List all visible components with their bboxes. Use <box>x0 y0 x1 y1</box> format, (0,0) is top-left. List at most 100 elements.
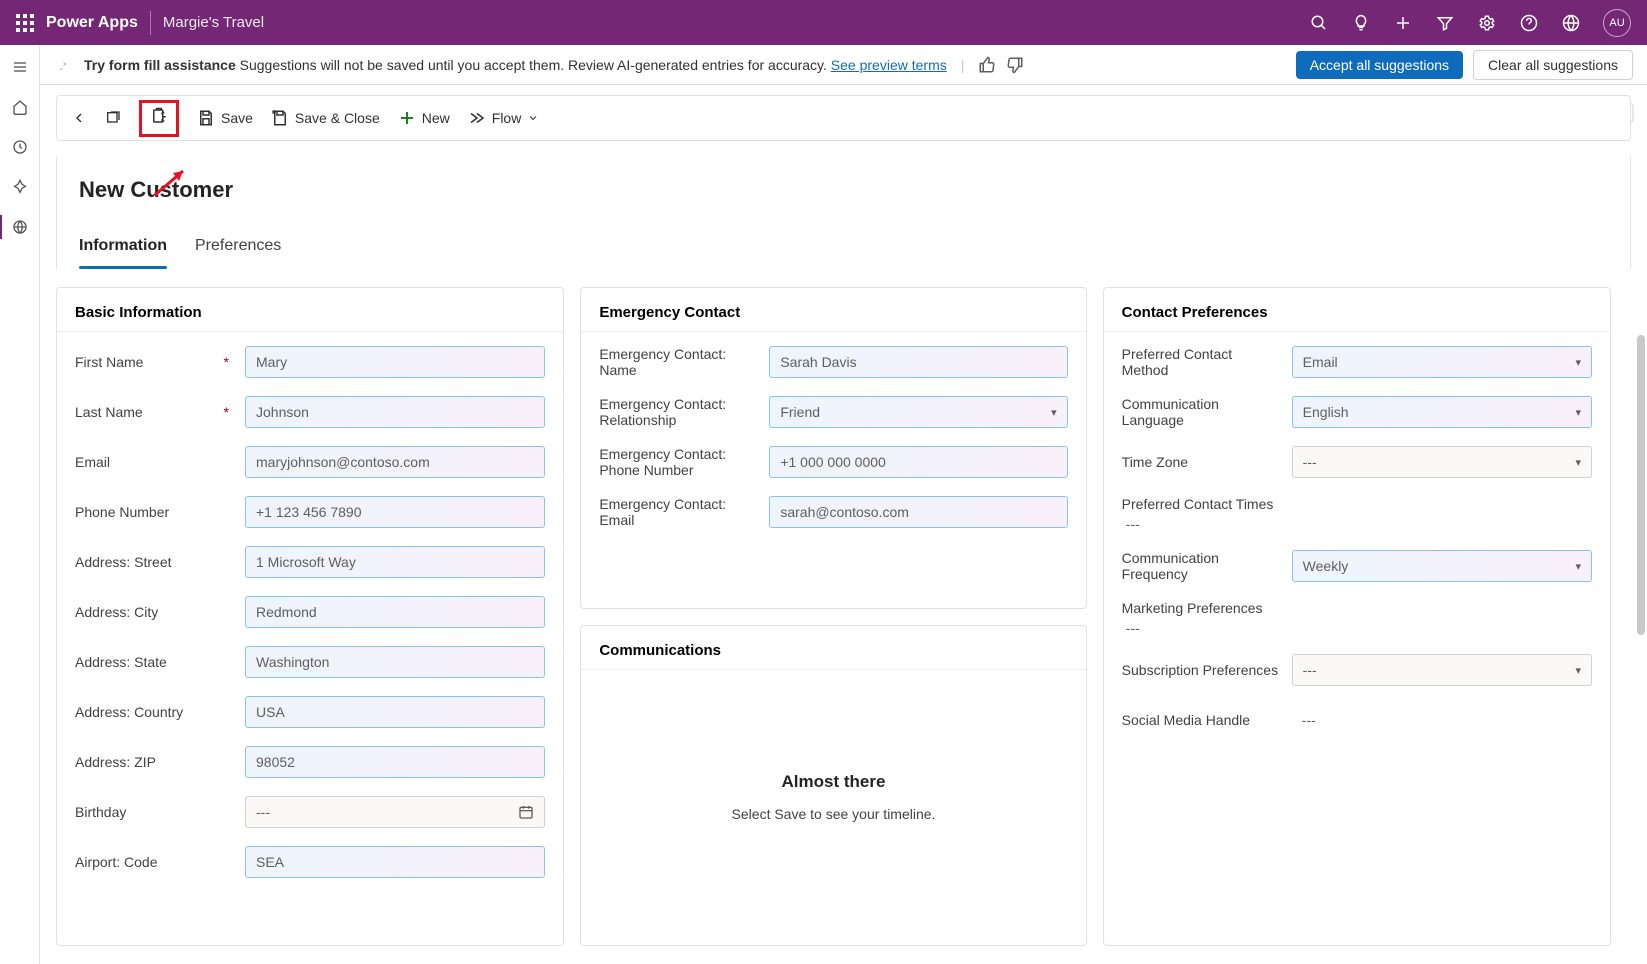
country-input[interactable] <box>245 696 545 728</box>
calendar-icon <box>518 804 534 820</box>
label-contact-times: Preferred Contact Times <box>1122 496 1274 512</box>
scrollbar-thumb[interactable] <box>1637 335 1645 635</box>
entity-icon[interactable] <box>10 217 30 237</box>
save-button[interactable]: Save <box>197 109 253 127</box>
birthday-input[interactable]: --- <box>245 796 545 828</box>
accept-all-suggestions-button[interactable]: Accept all suggestions <box>1296 51 1463 79</box>
label-comm-language: Communication Language <box>1122 396 1282 428</box>
city-input[interactable] <box>245 596 545 628</box>
left-nav-rail <box>0 45 40 964</box>
email-input[interactable] <box>245 446 545 478</box>
empty-state-title: Almost there <box>782 772 886 792</box>
label-ec-email: Emergency Contact: Email <box>599 496 759 528</box>
required-indicator: * <box>224 354 229 370</box>
divider <box>150 11 151 35</box>
section-title: Contact Preferences <box>1104 288 1610 332</box>
street-input[interactable] <box>245 546 545 578</box>
command-bar: Save Save & Close New Flow <box>56 95 1631 141</box>
phone-input[interactable] <box>245 496 545 528</box>
chevron-down-icon: ▾ <box>1575 560 1581 573</box>
ec-relationship-select[interactable]: Friend▾ <box>769 396 1067 428</box>
timezone-select[interactable]: ---▾ <box>1292 446 1592 478</box>
gear-icon[interactable] <box>1477 13 1497 33</box>
label-ec-phone: Emergency Contact: Phone Number <box>599 446 759 478</box>
open-in-new-icon[interactable] <box>105 110 121 126</box>
tab-information[interactable]: Information <box>79 237 167 269</box>
state-input[interactable] <box>245 646 545 678</box>
filter-icon[interactable] <box>1435 13 1455 33</box>
social-handle-value[interactable]: --- <box>1292 704 1592 736</box>
help-icon[interactable] <box>1519 13 1539 33</box>
label-contact-method: Preferred Contact Method <box>1122 346 1282 378</box>
save-close-button[interactable]: Save & Close <box>271 109 380 127</box>
required-indicator: * <box>224 404 229 420</box>
recent-icon[interactable] <box>10 137 30 157</box>
label-social-handle: Social Media Handle <box>1122 712 1282 728</box>
highlighted-smart-paste-button[interactable] <box>139 100 179 137</box>
app-brand: Power Apps <box>46 14 138 32</box>
contact-method-select[interactable]: Email▾ <box>1292 346 1592 378</box>
label-city: Address: City <box>75 604 235 620</box>
user-avatar[interactable]: AU <box>1603 9 1631 37</box>
ec-name-input[interactable] <box>769 346 1067 378</box>
clear-all-suggestions-button[interactable]: Clear all suggestions <box>1473 50 1633 80</box>
global-header: Power Apps Margie's Travel AU <box>0 0 1647 45</box>
comm-frequency-select[interactable]: Weekly▾ <box>1292 550 1592 582</box>
lightbulb-icon[interactable] <box>1351 13 1371 33</box>
form-fill-assistance-bar: Try form fill assistance Suggestions wil… <box>40 45 1647 85</box>
section-title: Emergency Contact <box>581 288 1085 332</box>
contact-times-value: --- <box>1122 516 1140 532</box>
chevron-down-icon: ▾ <box>1575 456 1581 469</box>
label-country: Address: Country <box>75 704 235 720</box>
label-airport: Airport: Code <box>75 854 235 870</box>
app-launcher-icon[interactable] <box>16 14 34 32</box>
label-email: Email <box>75 454 235 470</box>
globe-icon[interactable] <box>1561 13 1581 33</box>
back-button[interactable] <box>71 110 87 126</box>
label-subscription-prefs: Subscription Preferences <box>1122 662 1282 678</box>
first-name-input[interactable] <box>245 346 545 378</box>
section-title: Communications <box>581 626 1085 670</box>
home-icon[interactable] <box>10 97 30 117</box>
label-marketing-prefs: Marketing Preferences <box>1122 600 1263 616</box>
label-lastname: Last Name <box>75 404 143 420</box>
subscription-prefs-select[interactable]: ---▾ <box>1292 654 1592 686</box>
tab-preferences[interactable]: Preferences <box>195 237 281 269</box>
hamburger-icon[interactable] <box>10 57 30 77</box>
section-basic-information: Basic Information First Name * Last Name *… <box>56 287 564 946</box>
label-phone: Phone Number <box>75 504 235 520</box>
pin-icon[interactable] <box>10 177 30 197</box>
new-button[interactable]: New <box>398 109 450 127</box>
marketing-prefs-value: --- <box>1122 620 1140 636</box>
section-contact-preferences: Contact Preferences Preferred Contact Me… <box>1103 287 1611 946</box>
add-icon[interactable] <box>1393 13 1413 33</box>
zip-input[interactable] <box>245 746 545 778</box>
flow-button[interactable]: Flow <box>468 109 540 127</box>
assist-text: Suggestions will not be saved until you … <box>236 57 831 73</box>
empty-state-subtitle: Select Save to see your timeline. <box>732 806 936 822</box>
label-comm-frequency: Communication Frequency <box>1122 550 1282 582</box>
copilot-icon <box>54 55 74 75</box>
chevron-down-icon: ▾ <box>1575 664 1581 677</box>
section-emergency-contact: Emergency Contact Emergency Contact: Nam… <box>580 287 1086 609</box>
section-title: Basic Information <box>57 288 563 332</box>
thumbs-down-icon[interactable] <box>1006 56 1024 74</box>
ec-email-input[interactable] <box>769 496 1067 528</box>
label-timezone: Time Zone <box>1122 454 1282 470</box>
last-name-input[interactable] <box>245 396 545 428</box>
comm-language-select[interactable]: English▾ <box>1292 396 1592 428</box>
chevron-down-icon: ▾ <box>1051 406 1057 419</box>
label-firstname: First Name <box>75 354 143 370</box>
assist-headline: Try form fill assistance <box>84 57 236 73</box>
label-zip: Address: ZIP <box>75 754 235 770</box>
assist-preview-terms-link[interactable]: See preview terms <box>831 57 947 73</box>
label-street: Address: Street <box>75 554 235 570</box>
ec-phone-input[interactable] <box>769 446 1067 478</box>
thumbs-up-icon[interactable] <box>978 56 996 74</box>
label-birthday: Birthday <box>75 804 235 820</box>
airport-input[interactable] <box>245 846 545 878</box>
label-ec-relationship: Emergency Contact: Relationship <box>599 396 759 428</box>
page-title: New Customer <box>79 177 1608 203</box>
search-icon[interactable] <box>1309 13 1329 33</box>
record-header: New Customer Information Preferences <box>56 155 1631 269</box>
